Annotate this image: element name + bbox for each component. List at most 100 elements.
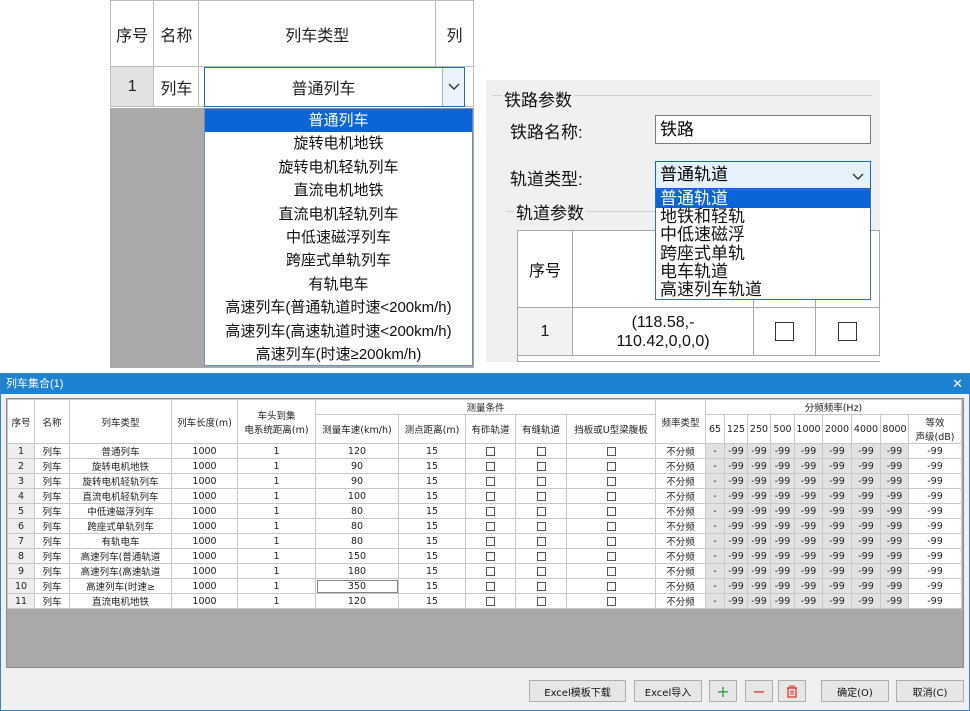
row-ballast[interactable]: [465, 458, 516, 474]
row-name[interactable]: 列车: [34, 533, 70, 549]
checkbox[interactable]: [536, 506, 546, 516]
row-type[interactable]: 旋转电机地铁: [69, 458, 172, 474]
checkbox[interactable]: [486, 461, 495, 471]
track-grid-row-coord[interactable]: (118.58,- 110.42,0,0,0): [573, 308, 754, 356]
row-band-value[interactable]: -99: [724, 458, 748, 474]
row-band-value[interactable]: -99: [794, 578, 823, 594]
row-band-value[interactable]: -99: [822, 443, 852, 459]
row-band-65[interactable]: -: [705, 548, 725, 564]
row-ballast[interactable]: [465, 563, 516, 579]
row-band-value[interactable]: -99: [747, 533, 771, 549]
row-band-value[interactable]: -99: [851, 548, 881, 564]
row-band-value[interactable]: -99: [880, 548, 909, 564]
row-band-value[interactable]: -99: [770, 458, 795, 474]
row-band-value[interactable]: -99: [794, 533, 823, 549]
row-type[interactable]: 中低速磁浮列车: [69, 503, 172, 519]
row-band-value[interactable]: -99: [851, 578, 881, 594]
row-name[interactable]: 列车: [34, 578, 70, 594]
train-type-option[interactable]: 直流电机轻轨列车: [205, 203, 472, 226]
row-speed[interactable]: 80: [315, 503, 399, 519]
table-row[interactable]: 2 列车 旋转电机地铁 1000 1 90 15 不分频 - -99 -99 -99 -99 -99 -99…: [7, 458, 962, 474]
row-band-value[interactable]: -99: [747, 518, 771, 534]
row-point-distance[interactable]: 15: [398, 518, 466, 534]
row-name[interactable]: 列车: [34, 503, 70, 519]
checkbox[interactable]: [838, 322, 857, 341]
checkbox[interactable]: [536, 596, 546, 606]
row-freq-type[interactable]: 不分频: [655, 578, 706, 594]
row-band-value[interactable]: -99: [770, 473, 795, 489]
railway-name-input[interactable]: 铁路: [655, 115, 871, 144]
checkbox[interactable]: [536, 461, 546, 471]
row-barrier[interactable]: [566, 518, 656, 534]
row-name[interactable]: 列车: [153, 66, 200, 107]
row-type[interactable]: 直流电机地铁: [69, 593, 172, 609]
row-band-value[interactable]: -99: [880, 473, 909, 489]
checkbox[interactable]: [606, 566, 616, 576]
row-length[interactable]: 1000: [171, 593, 238, 609]
row-speed[interactable]: 150: [315, 548, 399, 564]
row-freq-type[interactable]: 不分频: [655, 488, 706, 504]
table-row[interactable]: 8 列车 高速列车(普通轨道 1000 1 150 15 不分频 - -99 -99 -99 -99 -9…: [7, 548, 962, 564]
row-point-distance[interactable]: 15: [398, 458, 466, 474]
add-icon[interactable]: +: [709, 680, 737, 702]
row-point-distance[interactable]: 15: [398, 488, 466, 504]
row-point-distance[interactable]: 15: [398, 563, 466, 579]
row-length[interactable]: 1000: [171, 533, 238, 549]
row-band-value[interactable]: -99: [724, 488, 748, 504]
row-band-65[interactable]: -: [705, 518, 725, 534]
row-length[interactable]: 1000: [171, 578, 238, 594]
row-band-value[interactable]: -99: [794, 443, 823, 459]
row-name[interactable]: 列车: [34, 518, 70, 534]
row-barrier[interactable]: [566, 563, 656, 579]
row-freq-type[interactable]: 不分频: [655, 473, 706, 489]
checkbox[interactable]: [536, 476, 546, 486]
row-band-value[interactable]: -99: [770, 548, 795, 564]
row-band-value[interactable]: -99: [822, 578, 852, 594]
row-band-value[interactable]: -99: [724, 503, 748, 519]
row-type[interactable]: 高速列车(高速轨道: [69, 563, 172, 579]
row-band-value[interactable]: -99: [724, 533, 748, 549]
row-seamed[interactable]: [515, 563, 567, 579]
checkbox[interactable]: [486, 551, 495, 561]
row-seamed[interactable]: [515, 503, 567, 519]
row-band-65[interactable]: -: [705, 458, 725, 474]
row-length[interactable]: 1000: [171, 488, 238, 504]
row-distance[interactable]: 1: [237, 563, 316, 579]
row-barrier[interactable]: [566, 533, 656, 549]
row-band-value[interactable]: -99: [822, 503, 852, 519]
row-band-value[interactable]: -99: [851, 518, 881, 534]
close-icon[interactable]: ✕: [952, 374, 963, 394]
row-freq-type[interactable]: 不分频: [655, 548, 706, 564]
checkbox[interactable]: [536, 566, 546, 576]
table-row[interactable]: 3 列车 旋转电机轻轨列车 1000 1 90 15 不分频 - -99 -99 -99 -99 -99-…: [7, 473, 962, 489]
table-row[interactable]: 1 列车 普通列车 1000 1 120 15 不分频 - -99 -99 -99 -99 -99 -99-…: [7, 443, 962, 459]
row-band-value[interactable]: -99: [747, 458, 771, 474]
row-band-value[interactable]: -99: [794, 593, 823, 609]
row-barrier[interactable]: [566, 593, 656, 609]
train-type-option[interactable]: 旋转电机轻轨列车: [205, 156, 472, 179]
row-name[interactable]: 列车: [34, 458, 70, 474]
row-length[interactable]: 1000: [171, 443, 238, 459]
row-distance[interactable]: 1: [237, 473, 316, 489]
row-freq-type[interactable]: 不分频: [655, 443, 706, 459]
row-equiv[interactable]: -99: [908, 518, 962, 534]
row-band-value[interactable]: -99: [794, 503, 823, 519]
train-type-option[interactable]: 直流电机地铁: [205, 179, 472, 202]
row-band-value[interactable]: -99: [822, 458, 852, 474]
row-equiv[interactable]: -99: [908, 458, 962, 474]
row-band-value[interactable]: -99: [880, 578, 909, 594]
checkbox[interactable]: [486, 581, 495, 591]
row-ballast[interactable]: [465, 503, 516, 519]
row-ballast[interactable]: [465, 548, 516, 564]
row-seamed[interactable]: [515, 578, 567, 594]
row-band-value[interactable]: -99: [770, 578, 795, 594]
row-band-value[interactable]: -99: [822, 563, 852, 579]
row-equiv[interactable]: -99: [908, 563, 962, 579]
row-band-value[interactable]: -99: [747, 503, 771, 519]
checkbox[interactable]: [775, 322, 794, 341]
row-speed[interactable]: 120: [315, 443, 399, 459]
cancel-button[interactable]: 取消(C): [896, 680, 964, 702]
row-name[interactable]: 列车: [34, 593, 70, 609]
table-row[interactable]: 10 列车 高速列车(时速≥ 1000 1 350 15 不分频 - -99 -99 -99 -99 -9…: [7, 578, 962, 594]
row-distance[interactable]: 1: [237, 533, 316, 549]
